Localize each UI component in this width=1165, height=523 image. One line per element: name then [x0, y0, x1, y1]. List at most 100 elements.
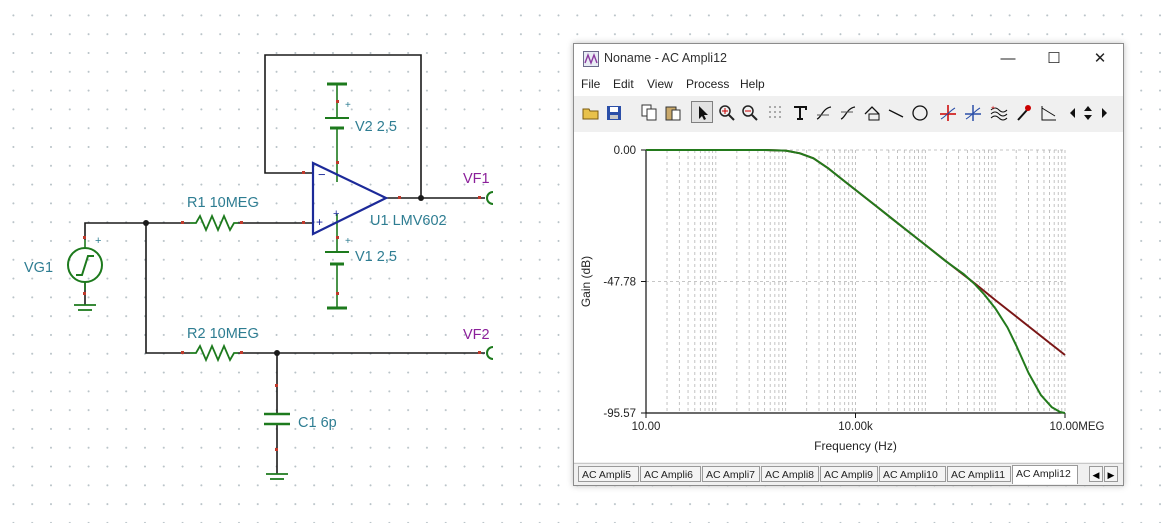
x-axis-label: Frequency (Hz)	[814, 439, 897, 453]
grid-button[interactable]	[764, 101, 786, 123]
y-tick-label: -95.57	[603, 408, 636, 420]
zoom-out-button[interactable]	[738, 101, 760, 123]
tab-ac-ampli12[interactable]: AC Ampli12	[1012, 465, 1078, 484]
menu-file[interactable]: File	[581, 77, 600, 91]
opamp-minus-sign: −	[318, 167, 326, 182]
x-tick-label: 10.00MEG	[1050, 421, 1105, 433]
zoom-out-icon	[742, 105, 758, 121]
r2-label: R2 10MEG	[187, 326, 259, 342]
junction-dot	[143, 220, 149, 226]
ac-analysis-window[interactable]: Noname - AC Ampli12 — ☐ ✕ File Edit View…	[573, 43, 1124, 486]
vf2-terminal[interactable]	[486, 346, 494, 360]
menu-process[interactable]: Process	[686, 77, 729, 91]
waveform-icon: +	[990, 105, 1008, 121]
line-icon	[888, 109, 904, 118]
text-icon	[794, 106, 807, 120]
paste-button[interactable]	[661, 101, 683, 123]
open-button[interactable]	[579, 101, 601, 123]
menu-view[interactable]: View	[647, 77, 673, 91]
scroll-left-button[interactable]	[1065, 101, 1079, 123]
open-icon	[582, 108, 599, 120]
slope-icon	[1041, 106, 1056, 121]
toolbar: +	[574, 98, 1123, 130]
vg1-plus-sign: +	[95, 235, 101, 247]
line-tool-button[interactable]	[884, 101, 906, 123]
junction-dot	[418, 195, 424, 201]
close-button[interactable]: ✕	[1077, 44, 1123, 74]
tab-scroll-left-button[interactable]: ◀	[1089, 466, 1103, 482]
title-bar[interactable]: Noname - AC Ampli12 — ☐ ✕	[574, 44, 1123, 74]
text-button[interactable]	[788, 101, 810, 123]
copy-button[interactable]	[637, 101, 659, 123]
curve-tool2-button[interactable]	[836, 101, 858, 123]
window-title: Noname - AC Ampli12	[604, 51, 727, 65]
c1-label: C1 6p	[298, 415, 337, 431]
vf2-label: VF2	[463, 327, 490, 343]
menu-help[interactable]: Help	[740, 77, 765, 91]
scroll-right-button[interactable]	[1096, 101, 1110, 123]
tab-ac-ampli5[interactable]: AC Ampli5	[578, 466, 639, 482]
x-tick-label: 10.00	[632, 421, 661, 433]
cursor-a-icon	[940, 105, 956, 121]
input-wire-lower	[145, 223, 190, 354]
v2-battery[interactable]	[325, 82, 349, 182]
zoom-area-button[interactable]	[860, 101, 882, 123]
y-tick-label: 0.00	[614, 145, 636, 157]
select-arrow-icon	[699, 106, 708, 120]
maximize-button[interactable]: ☐	[1031, 44, 1077, 74]
slope-button[interactable]	[1037, 101, 1059, 123]
v2-label: V2 2,5	[355, 119, 397, 135]
tab-bar: AC Ampli5 AC Ampli6 AC Ampli7 AC Ampli8 AC A…	[574, 463, 1123, 485]
cursor-b-button[interactable]	[961, 101, 983, 123]
cursor-b-icon	[965, 105, 981, 121]
curve-tool-button[interactable]	[812, 101, 834, 123]
cursor-a-button[interactable]	[936, 101, 958, 123]
waveform-button[interactable]: +	[987, 101, 1009, 123]
junction-dot	[274, 350, 280, 356]
ground-symbol	[266, 473, 288, 480]
y-tick-label: -47.78	[603, 276, 636, 288]
circle-icon	[912, 105, 928, 121]
v2-plus-sign: +	[345, 100, 351, 111]
tab-ac-ampli6[interactable]: AC Ampli6	[640, 466, 701, 482]
draw-curve2-icon	[840, 106, 856, 120]
opamp-plus-sign: +	[316, 215, 323, 229]
scroll-updown-button[interactable]	[1079, 101, 1096, 123]
tab-scroll-right-button[interactable]: ▶	[1104, 466, 1118, 482]
select-tool-button[interactable]	[691, 101, 713, 123]
opamp-vplus-sign: +	[333, 208, 339, 220]
zoom-in-button[interactable]	[715, 101, 737, 123]
c1-capacitor[interactable]	[264, 412, 290, 426]
tab-ac-ampli11[interactable]: AC Ampli11	[947, 466, 1011, 482]
vg1-label: VG1	[24, 260, 53, 276]
schematic: + V2 2,5 + V1 2,5 − + + U1 LMV602 R1 10M…	[24, 54, 494, 480]
y-axis-label: Gain (dB)	[579, 256, 593, 307]
vg1-source[interactable]	[67, 240, 103, 290]
marker-icon	[1017, 105, 1031, 121]
r1-label: R1 10MEG	[187, 195, 259, 211]
circle-tool-button[interactable]	[908, 101, 930, 123]
tab-ac-ampli8[interactable]: AC Ampli8	[761, 466, 819, 482]
menu-edit[interactable]: Edit	[613, 77, 634, 91]
paste-icon	[665, 106, 681, 121]
marker-button[interactable]	[1012, 101, 1034, 123]
svg-text:+: +	[991, 105, 995, 112]
zoom-area-icon	[864, 106, 880, 121]
r2-resistor[interactable]	[190, 343, 238, 363]
draw-curve-icon	[816, 106, 832, 120]
tab-ac-ampli7[interactable]: AC Ampli7	[702, 466, 760, 482]
save-button[interactable]	[602, 101, 624, 123]
v1-plus-sign: +	[345, 236, 351, 247]
vf1-terminal[interactable]	[486, 191, 494, 205]
scroll-updown-icon	[1084, 106, 1092, 120]
tab-ac-ampli9[interactable]: AC Ampli9	[820, 466, 878, 482]
minimize-button[interactable]: —	[985, 44, 1031, 74]
r1-resistor[interactable]	[190, 213, 238, 233]
copy-icon	[641, 104, 657, 121]
scroll-left-icon	[1070, 108, 1075, 118]
plot-area[interactable]: 0.00 -47.78 -95.57 10.00 10.00k 10.00MEG Frequ…	[574, 132, 1123, 462]
zoom-in-icon	[719, 105, 735, 121]
tab-ac-ampli10[interactable]: AC Ampli10	[879, 466, 946, 482]
opamp-label: U1 LMV602	[370, 213, 447, 229]
gain-chart[interactable]: 0.00 -47.78 -95.5710.00 10.00k 10.00MEG Frequ…	[574, 132, 1123, 462]
